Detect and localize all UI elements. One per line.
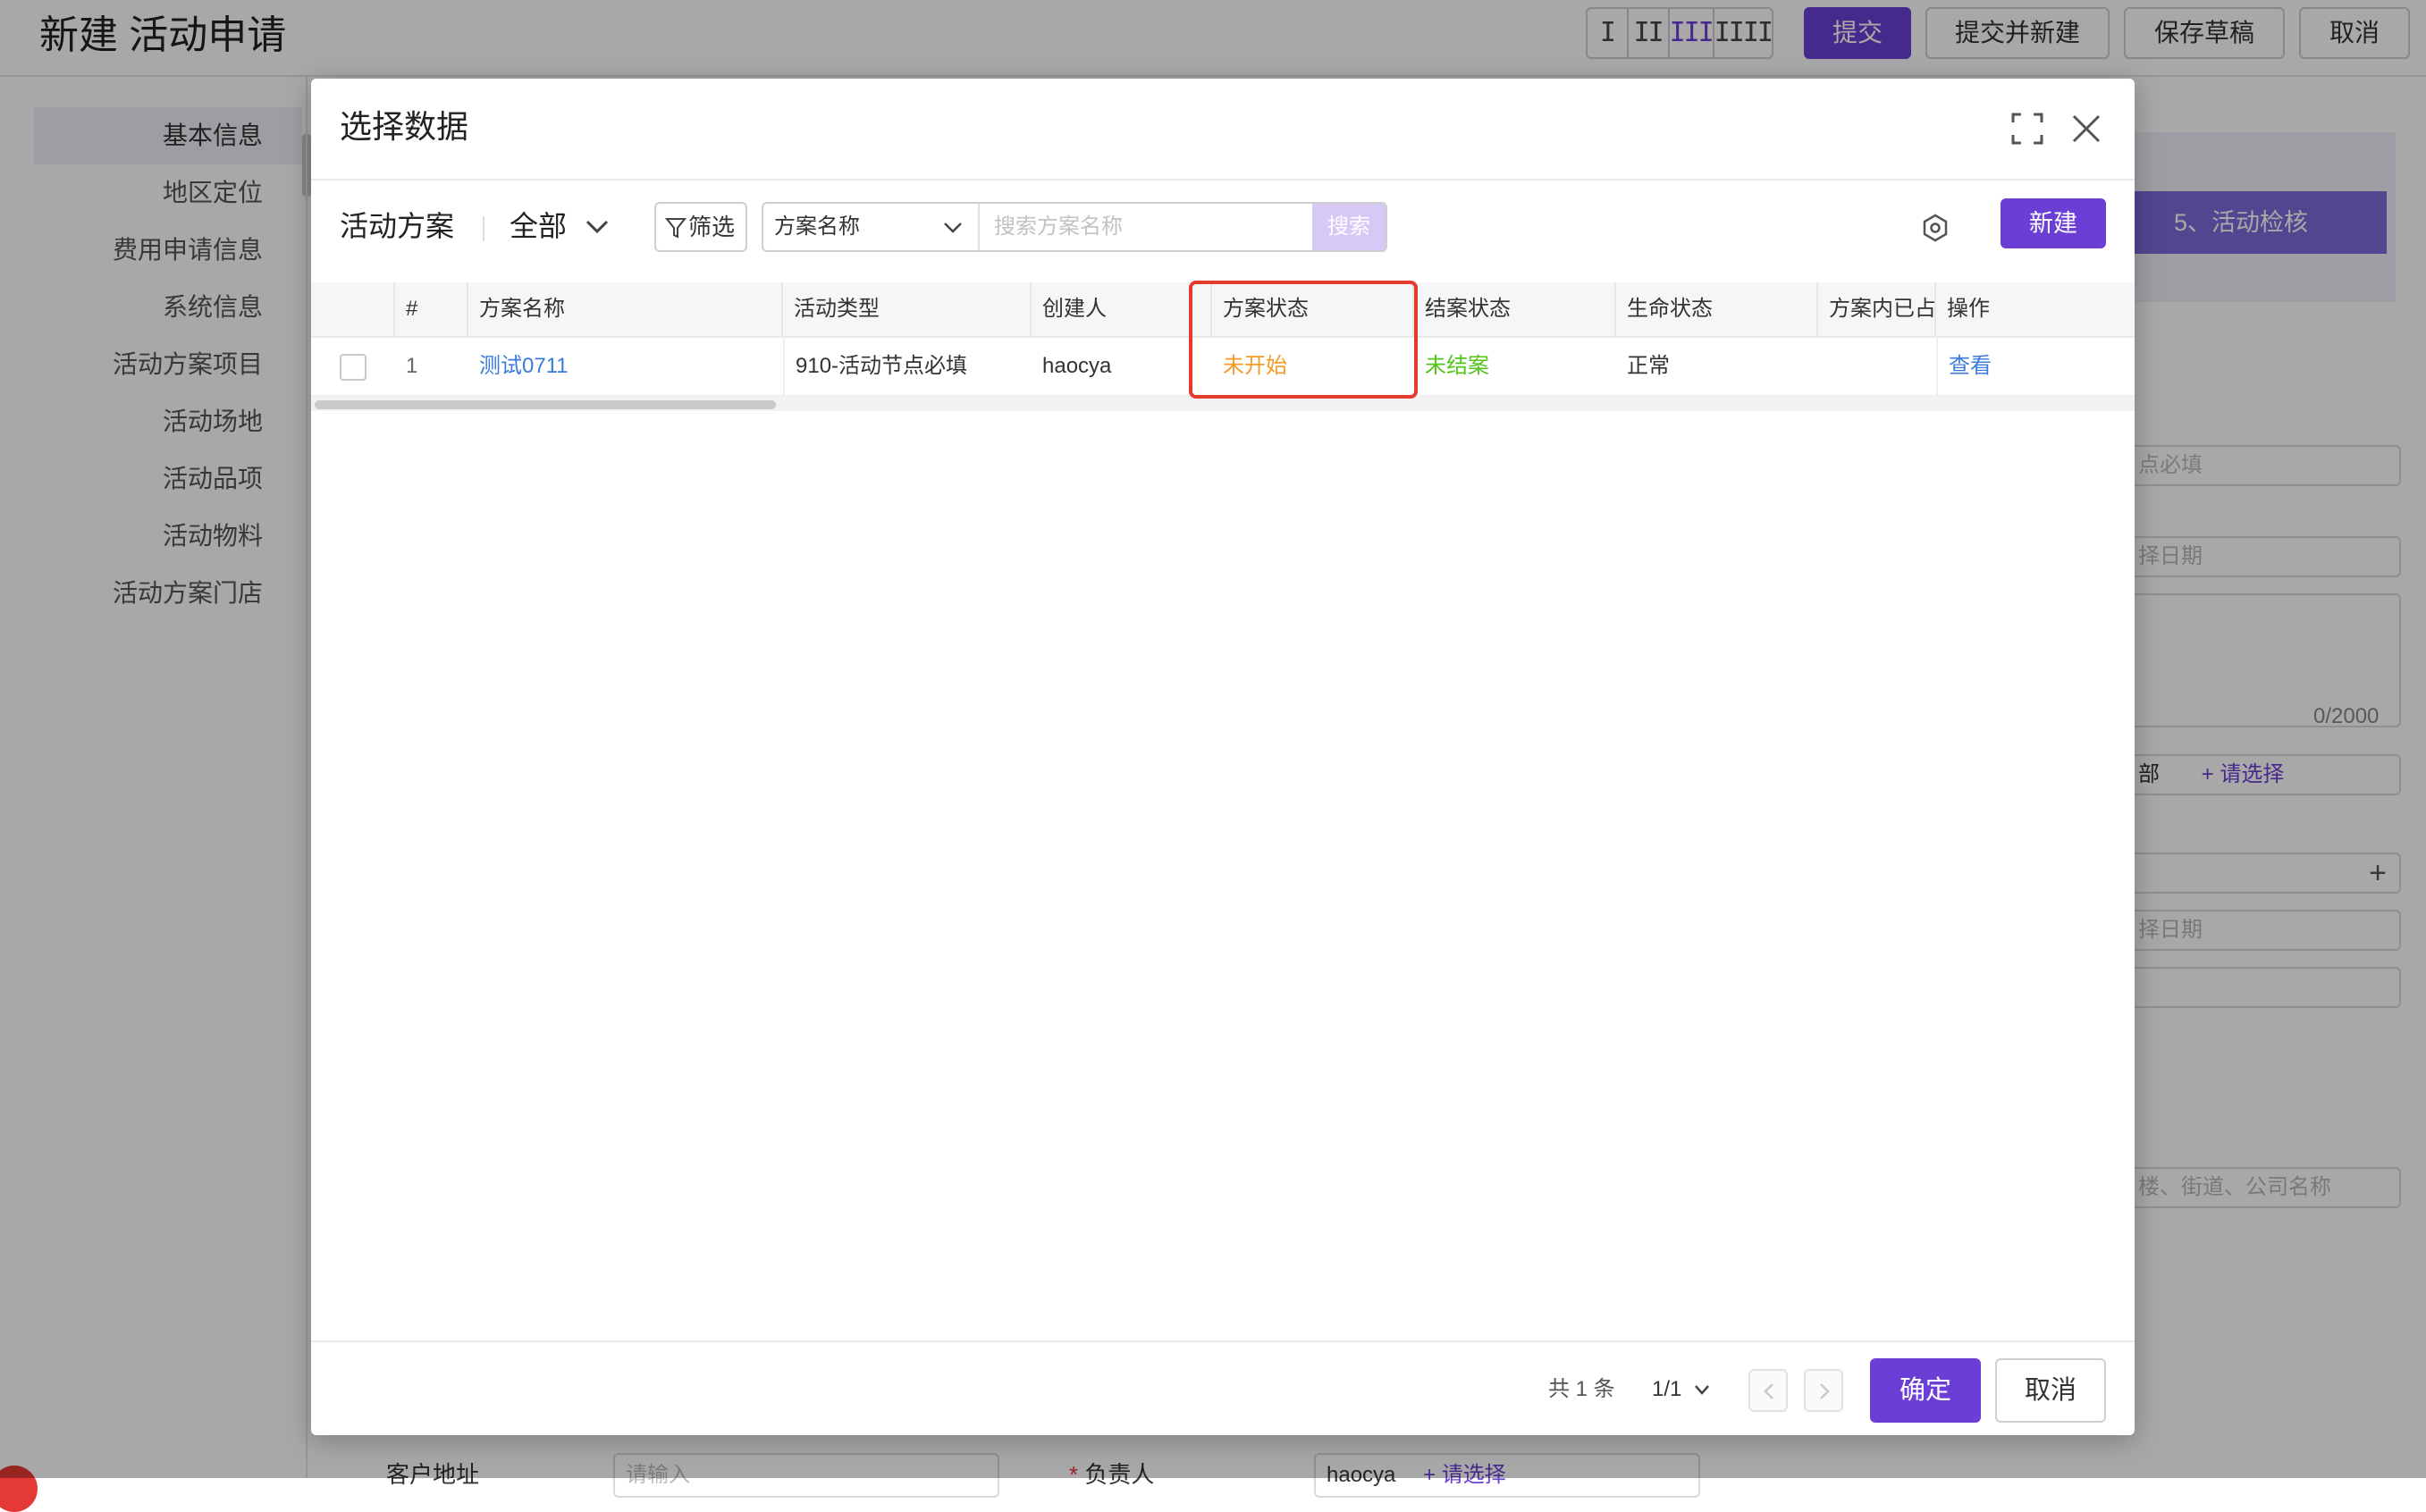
select-column: [311, 282, 395, 336]
chevron-left-icon: [1764, 1383, 1773, 1399]
view-selector[interactable]: 全部: [510, 204, 567, 248]
column-name-label: 方案名称: [479, 297, 565, 321]
modal-header: 选择数据: [311, 79, 2135, 181]
row-close-status: 未结案: [1425, 354, 1489, 378]
modal-toolbar: 活动方案 全部 筛选 方案名称 搜索 新建: [311, 181, 2135, 270]
chevron-right-icon: [1820, 1383, 1830, 1399]
column-name[interactable]: 方案名称: [468, 282, 783, 336]
chevron-down-icon[interactable]: [585, 216, 610, 238]
modal-title: 选择数据: [340, 108, 469, 145]
column-creator[interactable]: 创建人: [1032, 282, 1212, 336]
fullscreen-icon[interactable]: [2009, 111, 2045, 147]
column-life-status[interactable]: 生命状态: [1616, 282, 1818, 336]
select-data-modal: 选择数据 活动方案 全部 筛选 方案名称 搜索方案名称 搜索 新建 # 方案名称…: [311, 79, 2135, 1435]
confirm-button[interactable]: 确定: [1870, 1358, 1981, 1423]
row-checkbox[interactable]: [340, 354, 366, 381]
column-plan-status[interactable]: 方案状态: [1212, 282, 1414, 336]
row-occupied: [1818, 338, 1936, 395]
chevron-down-icon[interactable]: [1693, 1383, 1711, 1398]
prev-page-button[interactable]: [1748, 1369, 1788, 1412]
row-name-link[interactable]: 测试0711: [468, 338, 783, 395]
row-index: 1: [406, 354, 418, 378]
horizontal-scrollbar[interactable]: [311, 397, 2135, 411]
modal-cancel-button[interactable]: 取消: [1995, 1358, 2106, 1423]
page-selector[interactable]: 1/1: [1652, 1373, 1681, 1407]
filter-label: 筛选: [688, 214, 736, 240]
total-count: 共 1 条: [1548, 1377, 1615, 1401]
row-life-status: 正常: [1627, 354, 1670, 378]
toolbar-separator: [483, 216, 484, 241]
column-index: #: [395, 282, 468, 336]
row-select-cell[interactable]: [311, 338, 395, 395]
close-icon[interactable]: [2068, 111, 2104, 147]
search-group: 方案名称 搜索: [762, 202, 1387, 252]
row-view-link[interactable]: 查看: [1936, 338, 2135, 395]
column-close-status[interactable]: 结案状态: [1414, 282, 1616, 336]
search-button[interactable]: 搜索: [1312, 204, 1386, 250]
column-occupied[interactable]: 方案内已占: [1818, 282, 1936, 336]
filter-button[interactable]: 筛选: [654, 202, 747, 252]
row-creator: haocya: [1042, 354, 1112, 378]
object-name: 活动方案: [340, 210, 455, 242]
next-page-button[interactable]: [1804, 1369, 1843, 1412]
chevron-down-icon[interactable]: [942, 220, 964, 236]
column-action: 操作: [1947, 297, 1990, 321]
settings-icon[interactable]: [1920, 213, 1950, 243]
table-header: # 方案名称 活动类型 创建人 方案状态 结案状态 生命状态 方案内已占 操作: [311, 282, 2135, 338]
filter-icon: [665, 218, 687, 239]
search-input[interactable]: [981, 204, 1312, 250]
column-type[interactable]: 活动类型: [783, 282, 1032, 336]
new-button[interactable]: 新建: [2001, 198, 2106, 248]
row-type: 910-活动节点必填: [783, 338, 1032, 395]
table-row[interactable]: 1 测试0711 910-活动节点必填 haocya 未开始 未结案 正常 查看: [311, 338, 2135, 397]
modal-footer: 共 1 条 1/1 确定 取消: [311, 1340, 2135, 1435]
row-plan-status: 未开始: [1223, 354, 1287, 378]
scrollbar-thumb[interactable]: [315, 400, 776, 409]
